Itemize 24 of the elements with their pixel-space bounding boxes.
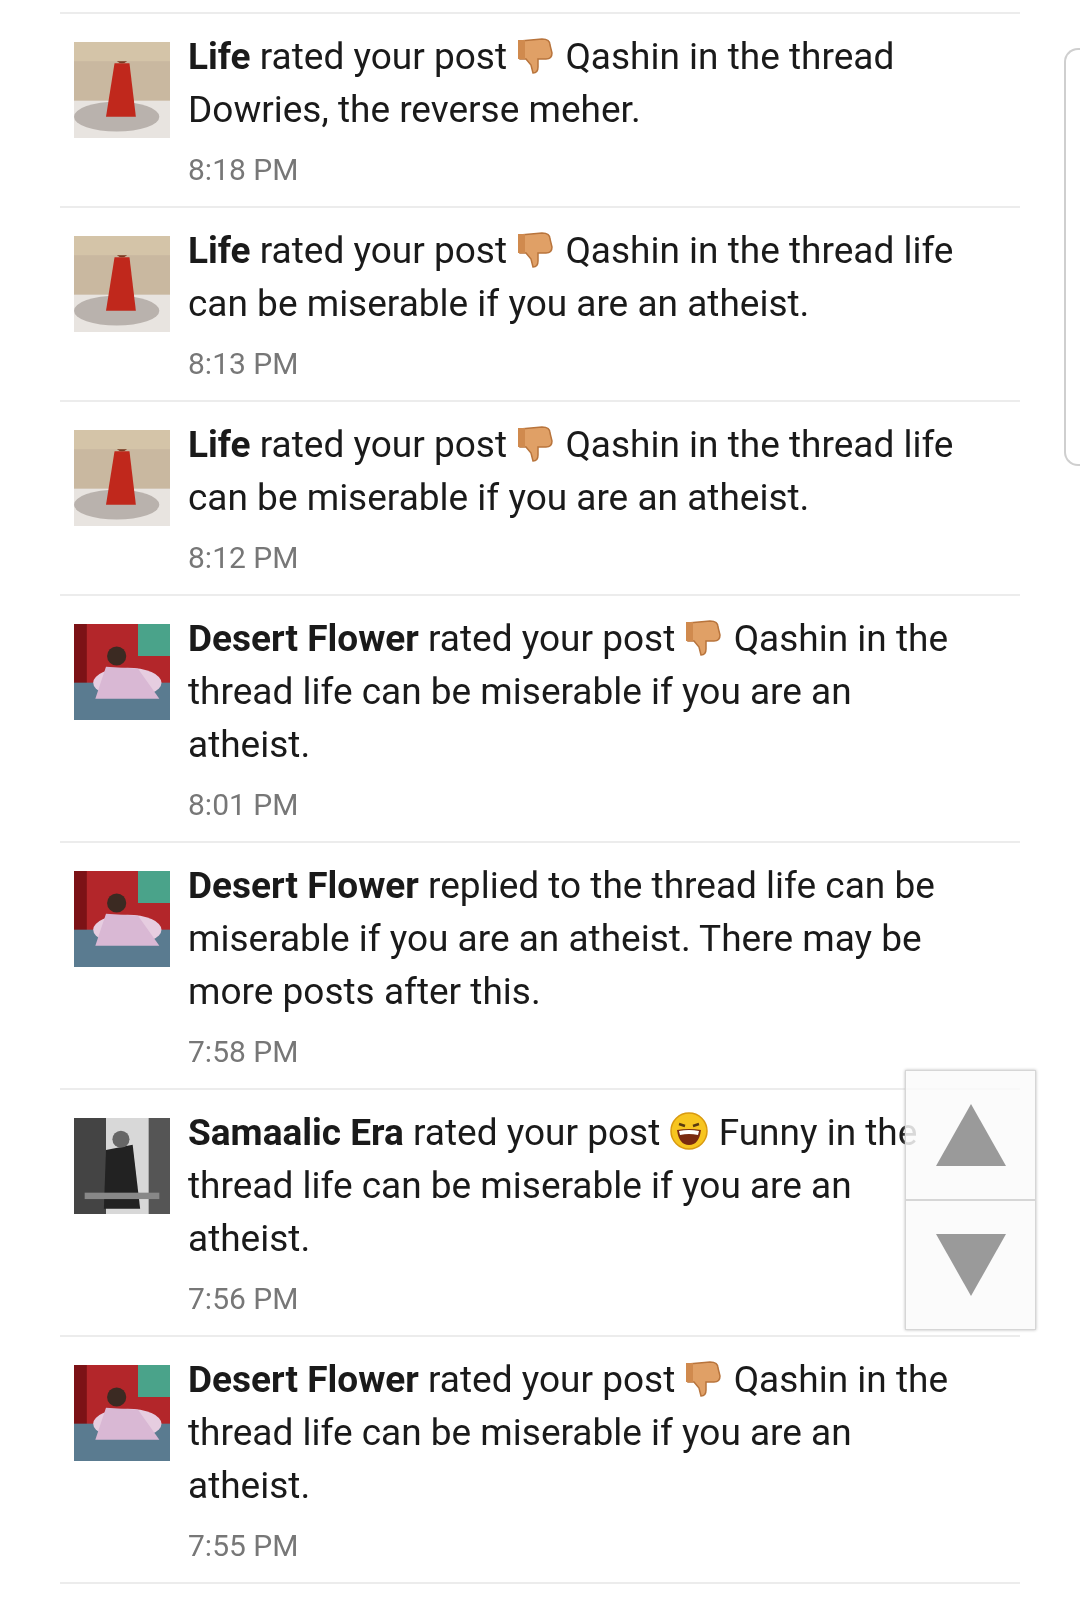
down-arrow-icon: [935, 1234, 1006, 1296]
notification-text: Desert Flower rated your post Qashin in the thread life can be miserable if you are an atheist.: [188, 1357, 950, 1509]
timestamp: 7:56 PM: [188, 1280, 300, 1318]
timestamp: 7:55 PM: [188, 1527, 300, 1565]
timestamp: 8:18 PM: [188, 151, 300, 189]
timestamp: 7:58 PM: [188, 1033, 300, 1071]
notification-text: Desert Flower rated your post Qashin in the thread life can be miserable if you are an atheist.: [188, 616, 950, 768]
user-link[interactable]: Samaalic Era: [188, 1111, 404, 1154]
user-link[interactable]: Life: [188, 35, 251, 78]
timestamp: 8:13 PM: [188, 345, 300, 383]
user-link[interactable]: Life: [188, 229, 251, 272]
timestamp: 8:01 PM: [188, 786, 300, 824]
notification-text: Life rated your post Qashin in the thread Dowries, the reverse meher.: [188, 34, 896, 133]
user-link[interactable]: Desert Flower: [188, 864, 419, 907]
laughing-face-icon: [669, 1111, 710, 1151]
up-arrow-icon: [935, 1104, 1006, 1166]
timestamp: 8:12 PM: [188, 539, 300, 577]
notification-text: Life rated your post Qashin in the thread life can be miserable if you are an atheist.: [188, 422, 955, 521]
notification-text: Desert Flower replied to the thread life can be miserable if you are an atheist. There may be more posts after this.: [188, 863, 936, 1015]
scroll-down-button[interactable]: [905, 1200, 1036, 1330]
user-link[interactable]: Desert Flower: [188, 617, 419, 660]
user-link[interactable]: Desert Flower: [188, 1358, 419, 1401]
user-link[interactable]: Life: [188, 423, 251, 466]
notification-text: Life rated your post Qashin in the thread life can be miserable if you are an atheist.: [188, 228, 955, 327]
